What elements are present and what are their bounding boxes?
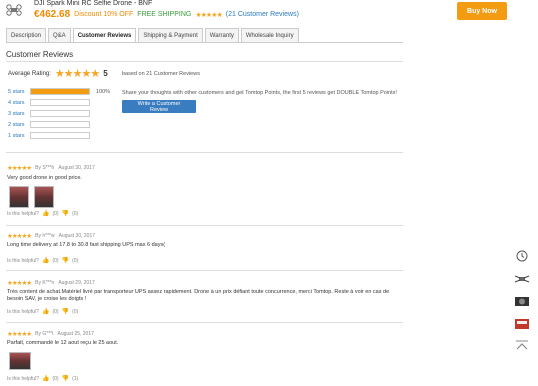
helpful-no-count: (0) [72, 257, 79, 264]
based-on-text: based on 21 Customer Reviews [122, 71, 200, 77]
thumbs-down-icon[interactable]: 👎 [62, 210, 69, 217]
review-photo[interactable] [9, 352, 31, 370]
rating-bar [30, 132, 90, 139]
review-photo[interactable] [9, 186, 29, 208]
review-date: August 30, 2017 [58, 165, 95, 171]
thumbs-up-icon[interactable]: 👍 [42, 308, 49, 315]
average-rating-label: Average Rating: [8, 70, 51, 77]
average-rating-stars: ★★★★★ [54, 68, 100, 80]
helpful-yes-count: (0) [52, 210, 59, 217]
review-text: Very good drone in good price. [7, 175, 82, 181]
tabs-divider [6, 42, 403, 43]
back-to-top-icon[interactable] [513, 338, 531, 352]
review-author: By h***w [35, 233, 55, 239]
divider [6, 152, 403, 153]
memory-card-icon[interactable] [513, 317, 531, 331]
helpful-yes-count: (0) [52, 257, 59, 264]
helpful-row: Is this helpful? 👍 (0) 👎 (1) [7, 375, 79, 383]
rating-bar [30, 110, 90, 117]
thumbs-down-icon[interactable]: 👎 [62, 257, 69, 264]
review-date: August 30, 2017 [58, 233, 96, 239]
review-stars: ★★★★★ [7, 233, 32, 240]
rating-bar-fill [31, 89, 89, 94]
tab-qa[interactable]: Q&A [48, 28, 71, 43]
helpful-label: Is this helpful? [7, 257, 39, 264]
helpful-row: Is this helpful? 👍 (0) 👎 (0) [7, 308, 79, 316]
helpful-label: Is this helpful? [7, 375, 39, 382]
rating-bar-label[interactable]: 2 stars [8, 122, 26, 128]
review-author: By S***h [35, 165, 55, 171]
review-header: ★★★★★ By G***t August 25, 2017 [7, 330, 94, 338]
rating-bar [30, 88, 90, 95]
thumbs-up-icon[interactable]: 👍 [42, 210, 49, 217]
rating-bar-5[interactable]: 5 stars 100% [8, 88, 110, 95]
tab-customer-reviews[interactable]: Customer Reviews [72, 28, 137, 43]
product-price: €462.68 [34, 9, 71, 20]
thumbs-up-icon[interactable]: 👍 [42, 375, 49, 382]
review-photo[interactable] [34, 186, 54, 208]
rating-bar-label[interactable]: 5 stars [8, 89, 26, 95]
rating-bar-4[interactable]: 4 stars [8, 99, 90, 106]
rating-bar-label[interactable]: 4 stars [8, 100, 26, 106]
helpful-label: Is this helpful? [7, 308, 39, 315]
share-text: Share your thoughts with other customers… [122, 90, 397, 96]
thumbs-up-icon[interactable]: 👍 [42, 257, 49, 264]
helpful-no-count: (0) [72, 210, 79, 217]
review-stars: ★★★★★ [7, 331, 32, 338]
review-header: ★★★★★ By h***w August 30, 2017 [7, 232, 95, 240]
helpful-no-count: (0) [72, 308, 79, 315]
rating-bar-label[interactable]: 1 stars [8, 133, 26, 139]
product-title: DJI Spark Mini RC Selfie Drone - BNF [34, 0, 153, 7]
free-shipping-text: FREE SHIPPING [137, 11, 192, 18]
price-line: €462.68 Discount 10% OFF FREE SHIPPING ★… [34, 9, 299, 20]
rating-bar [30, 99, 90, 106]
rating-bar-label[interactable]: 3 stars [8, 111, 26, 117]
write-review-button[interactable]: Write a Customer Review [122, 100, 196, 113]
helpful-row: Is this helpful? 👍 (0) 👎 (0) [7, 257, 79, 265]
review-date: August 29, 2017 [58, 280, 95, 286]
review-text: Parfait, commandé le 12 aout reçu le 25 … [7, 340, 119, 346]
rating-bar-1[interactable]: 1 stars [8, 132, 90, 139]
review-header: ★★★★★ By S***h August 30, 2017 [7, 164, 95, 172]
product-rating-stars: ★★★★★ [195, 11, 222, 19]
average-rating: Average Rating: ★★★★★ 5 [8, 67, 108, 80]
tab-shipping-payment[interactable]: Shipping & Payment [138, 28, 203, 43]
review-text: Long time delivery at 17.8 to 30.8 fast … [7, 242, 166, 248]
helpful-yes-count: (0) [52, 375, 59, 382]
divider [6, 322, 403, 323]
rating-bar-2[interactable]: 2 stars [8, 121, 90, 128]
average-rating-value: 5 [103, 69, 108, 78]
helpful-no-count: (1) [72, 375, 79, 382]
discount-text: Discount 10% OFF [74, 11, 134, 18]
review-author: By K***n [35, 280, 55, 286]
review-header: ★★★★★ By K***n August 29, 2017 [7, 279, 95, 287]
history-icon[interactable] [513, 249, 531, 263]
review-text: Très content de achat.Matériel livré par… [7, 289, 390, 302]
tab-warranty[interactable]: Warranty [204, 28, 239, 43]
product-tabs: Description Q&A Customer Reviews Shippin… [6, 28, 299, 43]
buy-now-button[interactable]: Buy Now [457, 2, 507, 20]
divider [6, 270, 403, 271]
drone-icon[interactable] [513, 272, 531, 286]
tab-description[interactable]: Description [6, 28, 47, 43]
rating-bar [30, 121, 90, 128]
review-stars: ★★★★★ [7, 165, 32, 172]
review-author: By G***t [35, 331, 54, 337]
tab-wholesale-inquiry[interactable]: Wholesale Inquiry [240, 28, 299, 43]
rating-bar-3[interactable]: 3 stars [8, 110, 90, 117]
thumbs-down-icon[interactable]: 👎 [62, 308, 69, 315]
reviews-count-link[interactable]: (21 Customer Reviews) [226, 11, 299, 18]
helpful-yes-count: (0) [52, 308, 59, 315]
thumbs-down-icon[interactable]: 👎 [62, 375, 69, 382]
product-thumbnail [6, 4, 22, 16]
camera-icon[interactable] [513, 294, 531, 308]
section-divider [6, 61, 403, 62]
helpful-row: Is this helpful? 👍 (0) 👎 (0) [7, 210, 79, 218]
section-title: Customer Reviews [6, 50, 74, 59]
helpful-label: Is this helpful? [7, 210, 39, 217]
review-date: August 25, 2017 [57, 331, 94, 337]
divider [6, 225, 403, 226]
review-stars: ★★★★★ [7, 280, 32, 287]
rating-bar-percent: 100% [96, 88, 111, 95]
